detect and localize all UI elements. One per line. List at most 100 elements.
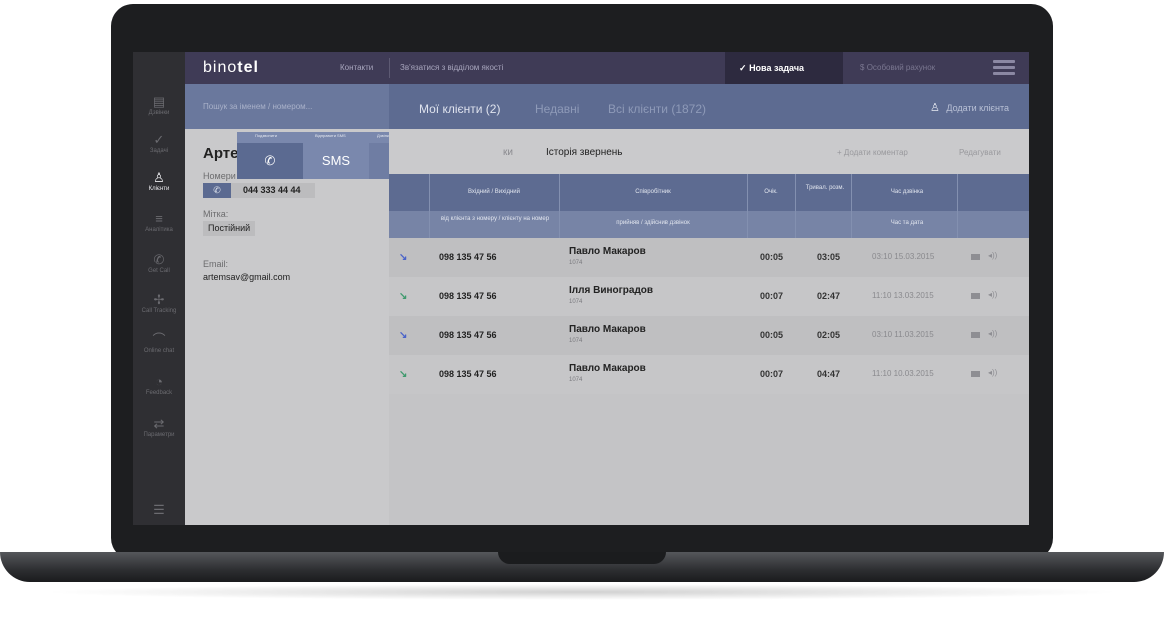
topbar-divider — [389, 58, 390, 78]
rail-item-online-chat[interactable]: ⌒ Online chat — [133, 328, 185, 366]
search-input[interactable]: Пошук за іменем / номером... — [185, 84, 389, 129]
sound-icon[interactable]: ◂)) — [988, 251, 997, 260]
row-employee: Павло Макаров — [569, 246, 646, 257]
col-divider — [957, 174, 958, 238]
rail-item-clients[interactable]: ♙ Клієнти — [133, 166, 185, 204]
comment-icon[interactable] — [971, 254, 980, 260]
hamburger-icon: ☰ — [153, 502, 165, 517]
phone-icon[interactable]: ✆ — [203, 183, 231, 198]
comment-icon[interactable] — [971, 332, 980, 338]
rail-item-label: Call Tracking — [141, 308, 177, 314]
client-email[interactable]: artemsav@gmail.com — [203, 272, 290, 282]
laptop-notch — [498, 552, 666, 564]
outgoing-call-icon: ↘ — [399, 369, 408, 380]
row-extension: 1074 — [569, 260, 583, 266]
col-divider — [559, 174, 560, 238]
sound-icon[interactable]: ◂)) — [988, 290, 997, 299]
feedback-icon: ◔ — [155, 374, 163, 389]
row-datetime: 11:10 13.03.2015 — [872, 291, 934, 300]
rail-item-analytics[interactable]: ≡ Аналітика — [133, 207, 185, 245]
person-icon: ♙ — [930, 102, 940, 114]
row-wait: 00:05 — [760, 252, 784, 262]
binotel-logo[interactable]: binotel — [203, 59, 259, 77]
sms-label: SMS — [321, 153, 351, 168]
rail-item-label: Параметри — [143, 432, 175, 438]
subheader-employee: прийняв / здійснив дзвінок — [616, 220, 690, 226]
top-bar: binotel Контакти Зв'язатися з відділом я… — [185, 52, 1029, 84]
row-number: 098 135 47 56 — [439, 369, 497, 379]
quality-link[interactable]: Зв'язатися з відділом якості — [400, 63, 503, 72]
tracking-icon: ✢ — [153, 292, 165, 307]
add-client-label: Додати клієнта — [946, 103, 1009, 113]
client-tabs: ки Історія звернень + Додати коментар Ре… — [389, 129, 1029, 174]
tag-label: Мітка: — [203, 209, 229, 219]
header-wait: Очік. — [764, 189, 778, 195]
row-number: 098 135 47 56 — [439, 252, 497, 262]
menu-icon[interactable] — [993, 60, 1015, 76]
row-wait: 00:05 — [760, 330, 784, 340]
edit-link[interactable]: Редагувати — [959, 148, 1001, 157]
send-sms-button[interactable]: SMS — [303, 143, 369, 179]
action-label-call: Подзвонити — [255, 133, 277, 138]
rail-item-feedback[interactable]: ◔ Feedback — [133, 370, 185, 408]
rail-item-tasks[interactable]: ✓ Задачі — [133, 128, 185, 166]
rail-item-label: Дзвінки — [148, 110, 170, 116]
row-datetime: 03:10 11.03.2015 — [872, 330, 934, 339]
dollar-icon: $ — [860, 63, 865, 72]
table-row[interactable]: ↘ 098 135 47 56 Ілля Виноградов 1074 00:… — [389, 277, 1029, 316]
add-comment-link[interactable]: + Додати коментар — [837, 148, 908, 157]
table-subheader: від клієнта з номеру / клієнту на номер … — [389, 211, 1029, 238]
phonebook-icon: ▤ — [152, 94, 166, 109]
client-panel: Арте Номери ✆ 044 333 44 44 Мітка: Пості… — [185, 129, 389, 525]
laptop-shadow — [40, 584, 1124, 600]
client-phone[interactable]: ✆ 044 333 44 44 — [203, 183, 315, 198]
rail-item-label: Задачі — [149, 148, 169, 154]
new-task-button[interactable]: ✓ Нова задача — [725, 52, 843, 84]
contacts-link[interactable]: Контакти — [340, 63, 373, 72]
add-client-button[interactable]: ♙ Додати клієнта — [930, 101, 1009, 114]
tab-recent[interactable]: Недавні — [535, 102, 579, 116]
subheader-time: Час та дата — [890, 220, 924, 226]
rail-item-calls[interactable]: ▤ Дзвінки — [133, 90, 185, 128]
call-button[interactable]: ✆ — [237, 143, 303, 179]
row-wait: 00:07 — [760, 291, 784, 301]
row-datetime: 03:10 15.03.2015 — [872, 252, 935, 261]
rail-item-label: Online chat — [143, 348, 175, 354]
tab-history[interactable]: Історія звернень — [546, 147, 623, 158]
comment-icon[interactable] — [971, 371, 980, 377]
tab-my-clients[interactable]: Мої клієнти (2) — [419, 102, 500, 116]
sound-icon[interactable]: ◂)) — [988, 368, 997, 377]
comment-icon[interactable] — [971, 293, 980, 299]
table-row[interactable]: ↘ 098 135 47 56 Павло Макаров 1074 00:07… — [389, 355, 1029, 394]
table-header: Вхідний / Вихідний Співробітник Очік. Тр… — [389, 174, 1029, 211]
rail-item-label: Аналітика — [145, 227, 173, 233]
settings-icon: ⇄ — [153, 416, 165, 431]
rail-item-call-tracking[interactable]: ✢ Call Tracking — [133, 288, 185, 326]
incoming-call-icon: ↘ — [399, 252, 408, 263]
subheader-direction: від клієнта з номеру / клієнту на номер — [440, 216, 550, 222]
rail-item-get-call[interactable]: ✆ Get Call — [133, 248, 185, 286]
account-label: Особовий рахунок — [866, 63, 936, 72]
table-row[interactable]: ↘ 098 135 47 56 Павло Макаров 1074 00:05… — [389, 238, 1029, 277]
col-divider — [851, 174, 852, 238]
row-extension: 1074 — [569, 377, 583, 383]
client-name: Арте — [203, 145, 239, 162]
tab-all-clients[interactable]: Всі клієнти (1872) — [608, 102, 706, 116]
rail-menu-button[interactable]: ☰ — [133, 498, 185, 525]
row-employee: Ілля Виноградов — [569, 285, 654, 296]
phone-icon: ✆ — [153, 252, 165, 267]
sound-icon[interactable]: ◂)) — [988, 329, 997, 338]
tab-partial[interactable]: ки — [503, 147, 513, 158]
outgoing-call-icon: ↘ — [399, 291, 408, 302]
logo-bold: tel — [237, 59, 259, 76]
row-wait: 00:07 — [760, 369, 784, 379]
check-icon: ✓ — [739, 63, 747, 73]
rail-item-settings[interactable]: ⇄ Параметри — [133, 412, 185, 450]
email-label: Email: — [203, 259, 229, 269]
person-icon: ♙ — [153, 170, 165, 185]
row-employee: Павло Макаров — [569, 324, 646, 335]
chat-icon: ⌒ — [152, 332, 166, 347]
account-link[interactable]: $ Особовий рахунок — [860, 63, 935, 72]
client-tag[interactable]: Постійний — [203, 221, 256, 236]
table-row[interactable]: ↘ 098 135 47 56 Павло Макаров 1074 00:05… — [389, 316, 1029, 355]
